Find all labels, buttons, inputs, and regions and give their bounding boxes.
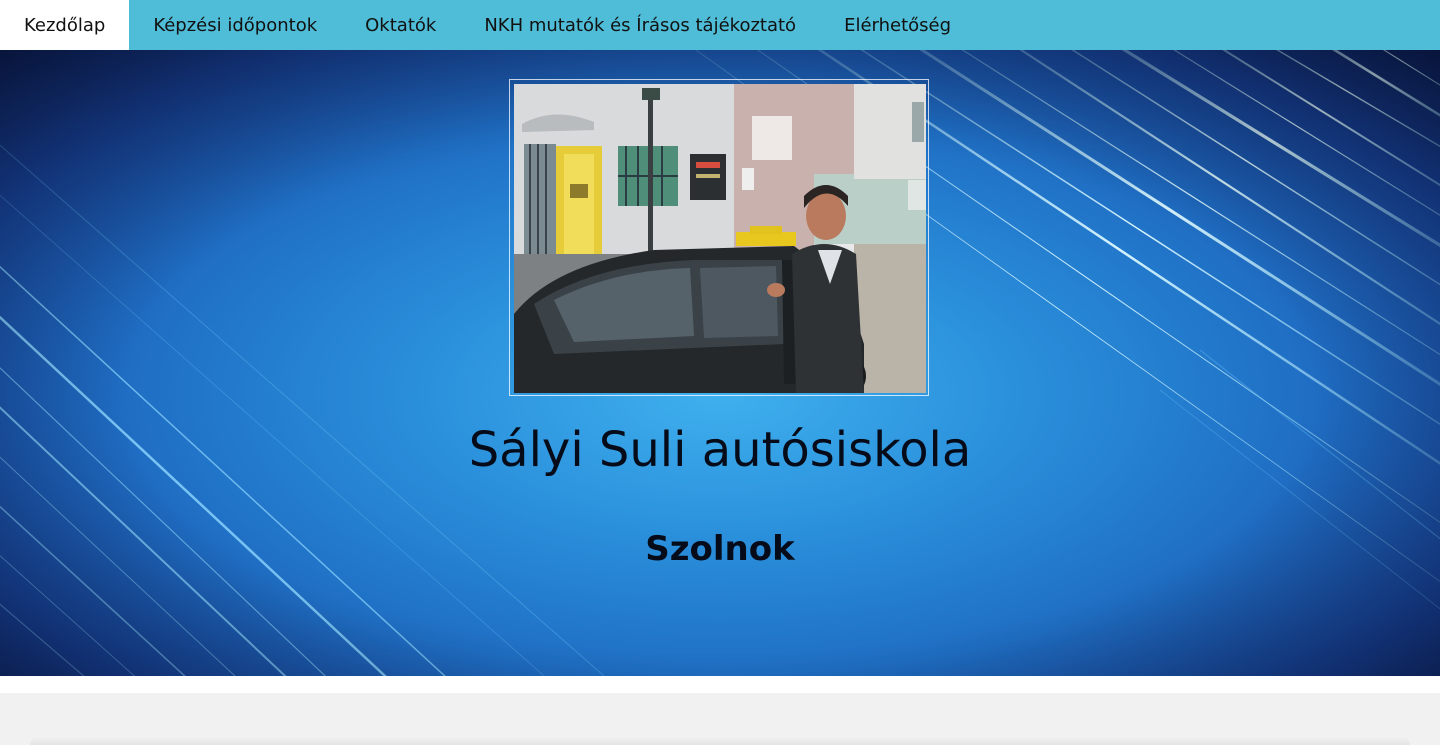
- section-divider: [0, 676, 1440, 693]
- nav-item-training-dates[interactable]: Képzési időpontok: [129, 0, 341, 50]
- top-navigation: Kezdőlap Képzési időpontok Oktatók NKH m…: [0, 0, 1440, 50]
- driving-school-photo: [514, 84, 926, 393]
- nav-item-instructors[interactable]: Oktatók: [341, 0, 460, 50]
- hero-title: Sályi Suli autósiskola: [468, 422, 972, 478]
- nav-item-nkh-indicators[interactable]: NKH mutatók és Írásos tájékoztató: [460, 0, 820, 50]
- hero-banner: Sályi Suli autósiskola Szolnok: [0, 50, 1440, 676]
- nav-item-home[interactable]: Kezdőlap: [0, 0, 130, 50]
- hero-subtitle: Szolnok: [645, 529, 795, 569]
- hero-photo-frame: [509, 79, 929, 396]
- content-panel: [0, 693, 1440, 745]
- instructor-with-car-image: [514, 84, 926, 393]
- nav-item-contact[interactable]: Elérhetőség: [820, 0, 975, 50]
- content-card-shadow: [30, 737, 1410, 745]
